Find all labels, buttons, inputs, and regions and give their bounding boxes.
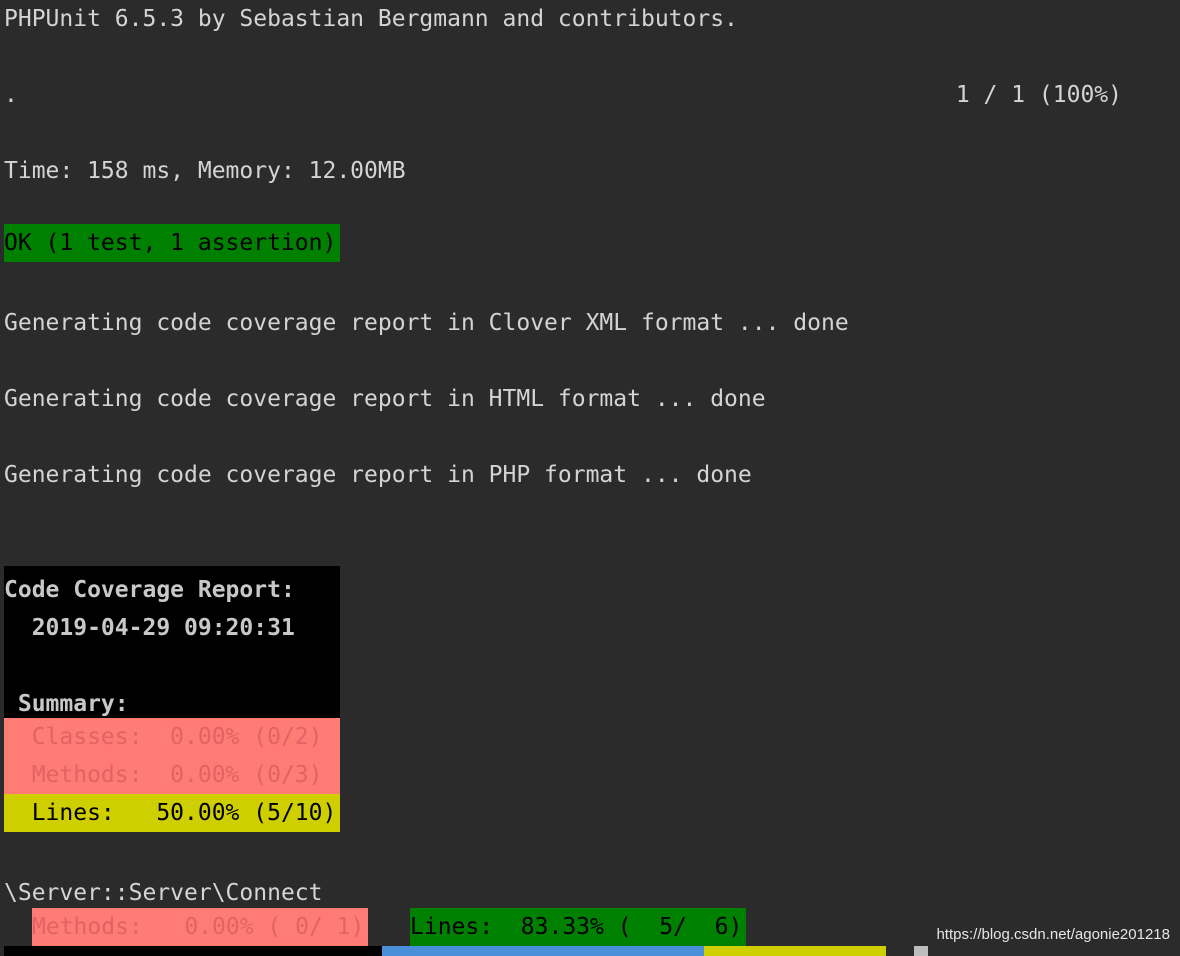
coverage-report-panel: Code Coverage Report: 2019-04-29 09:20:3…: [4, 566, 340, 832]
bottom-strip-yellow: [704, 946, 886, 956]
progress-count: 1 / 1 (100%): [955, 82, 1122, 108]
php-report-line: Generating code coverage report in PHP f…: [4, 462, 752, 488]
bottom-strip-blue: [382, 946, 704, 956]
class-lines-coverage: Lines: 83.33% ( 5/ 6): [410, 908, 746, 946]
progress-dot: .: [4, 82, 18, 108]
html-report-line: Generating code coverage report in HTML …: [4, 386, 766, 412]
bottom-strip-black: [4, 946, 382, 956]
summary-lines: Lines: 50.00% (5/10): [4, 794, 340, 832]
clover-report-line: Generating code coverage report in Clove…: [4, 310, 849, 336]
report-title: Code Coverage Report:: [4, 577, 295, 603]
report-timestamp: 2019-04-29 09:20:31: [4, 615, 295, 641]
phpunit-header: PHPUnit 6.5.3 by Sebastian Bergmann and …: [4, 6, 738, 32]
summary-classes: Classes: 0.00% (0/2): [4, 718, 340, 756]
result-ok-banner: OK (1 test, 1 assertion): [4, 224, 340, 262]
class-name: \Server::Server\Connect: [4, 880, 323, 906]
timing-line: Time: 158 ms, Memory: 12.00MB: [4, 158, 406, 184]
terminal-cursor: [914, 946, 928, 956]
summary-methods: Methods: 0.00% (0/3): [4, 756, 340, 794]
class-methods-coverage: Methods: 0.00% ( 0/ 1): [32, 908, 368, 946]
watermark-text: https://blog.csdn.net/agonie201218: [936, 926, 1170, 943]
